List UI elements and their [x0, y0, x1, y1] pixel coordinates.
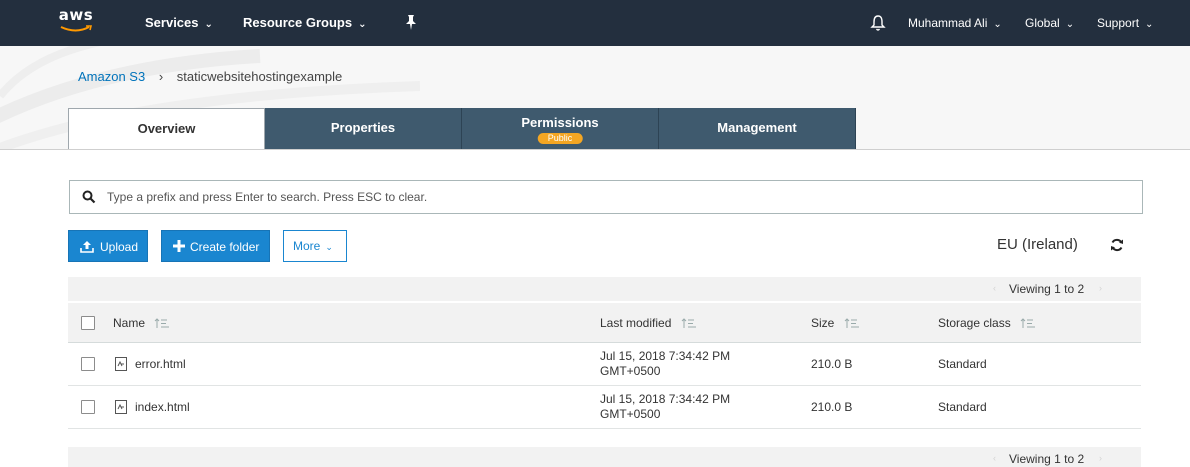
chevron-down-icon: ⌄: [1065, 19, 1075, 30]
search-input[interactable]: [107, 188, 1107, 206]
search-box[interactable]: [69, 180, 1143, 214]
chevron-down-icon: ⌄: [358, 19, 367, 30]
plus-icon: [173, 240, 185, 252]
services-label: Services: [145, 15, 199, 30]
viewing-count: Viewing 1 to 2: [1009, 282, 1085, 296]
last-modified-date: Jul 15, 2018 7:34:42 PM: [600, 349, 731, 363]
prev-page-icon[interactable]: ‹: [993, 283, 996, 293]
breadcrumb-separator: ›: [158, 69, 164, 84]
region-menu[interactable]: Global ⌄: [1025, 0, 1074, 46]
sort-icon: [681, 318, 696, 328]
column-size[interactable]: Size: [811, 316, 860, 330]
public-badge: Public: [537, 133, 583, 144]
storage-class-cell: Standard: [938, 357, 987, 371]
bell-icon[interactable]: [870, 14, 886, 32]
more-label: More: [293, 239, 321, 253]
column-size-label: Size: [811, 316, 835, 330]
aws-logo-text: aws: [58, 6, 94, 24]
tab-management[interactable]: Management: [659, 108, 856, 149]
support-label: Support: [1097, 16, 1140, 30]
sort-icon: [1020, 318, 1036, 328]
services-menu[interactable]: Services ⌄: [145, 0, 213, 46]
region-menu-label: Global: [1025, 16, 1060, 30]
row-checkbox[interactable]: [81, 400, 95, 414]
chevron-down-icon: ⌄: [1145, 19, 1154, 30]
last-modified-cell: Jul 15, 2018 7:34:42 PM GMT+0500: [600, 349, 730, 379]
sort-icon: [844, 318, 859, 328]
table-header: Name Last modified Size Storage class: [68, 303, 1141, 343]
column-last-modified[interactable]: Last modified: [600, 316, 697, 330]
user-menu[interactable]: Muhammad Ali ⌄: [908, 0, 1002, 46]
breadcrumb-root-link[interactable]: Amazon S3: [78, 69, 145, 84]
refresh-icon[interactable]: [1110, 238, 1124, 252]
user-label: Muhammad Ali: [908, 16, 988, 30]
support-menu[interactable]: Support ⌄: [1097, 0, 1153, 46]
chevron-down-icon: ⌄: [993, 19, 1002, 30]
create-folder-button[interactable]: Create folder: [161, 230, 270, 262]
prev-page-icon[interactable]: ‹: [993, 453, 996, 463]
breadcrumb: Amazon S3 › staticwebsitehostingexample: [78, 69, 342, 84]
last-modified-tz: GMT+0500: [600, 364, 661, 378]
pin-icon[interactable]: [403, 14, 419, 32]
resource-groups-label: Resource Groups: [243, 15, 353, 30]
page-header: Amazon S3 › staticwebsitehostingexample …: [0, 46, 1190, 150]
chevron-down-icon: ⌄: [204, 19, 213, 30]
chevron-down-icon: ⌄: [325, 242, 333, 252]
tab-bar: Overview Properties Permissions Public M…: [68, 108, 856, 149]
last-modified-cell: Jul 15, 2018 7:34:42 PM GMT+0500: [600, 392, 730, 422]
viewing-count: Viewing 1 to 2: [1009, 452, 1085, 466]
resource-groups-menu[interactable]: Resource Groups ⌄: [243, 0, 366, 46]
size-cell: 210.0 B: [811, 357, 853, 371]
select-all-checkbox[interactable]: [81, 316, 95, 330]
last-modified-tz: GMT+0500: [600, 407, 661, 421]
region-label: EU (Ireland): [997, 236, 1078, 253]
next-page-icon[interactable]: ›: [1099, 283, 1102, 293]
upload-icon: [80, 241, 94, 253]
sort-icon: [155, 318, 170, 328]
pagination-bar-top: ‹ Viewing 1 to 2 ›: [68, 277, 1141, 301]
next-page-icon[interactable]: ›: [1099, 453, 1102, 463]
create-folder-label: Create folder: [190, 240, 260, 254]
breadcrumb-bucket: staticwebsitehostingexample: [176, 69, 343, 84]
search-icon: [82, 190, 96, 204]
column-last-modified-label: Last modified: [600, 316, 672, 330]
aws-logo[interactable]: aws: [56, 8, 96, 38]
aws-smile-icon: [60, 25, 92, 32]
tab-properties[interactable]: Properties: [265, 108, 462, 149]
row-checkbox[interactable]: [81, 357, 95, 371]
column-storage-class-label: Storage class: [938, 316, 1011, 330]
tab-permissions[interactable]: Permissions Public: [462, 108, 659, 149]
pagination-bar-bottom: ‹ Viewing 1 to 2 ›: [68, 447, 1141, 467]
tab-permissions-label: Permissions: [521, 115, 599, 130]
table-row[interactable]: index.html Jul 15, 2018 7:34:42 PM GMT+0…: [68, 386, 1141, 429]
storage-class-cell: Standard: [938, 400, 987, 414]
table-row[interactable]: error.html Jul 15, 2018 7:34:42 PM GMT+0…: [68, 343, 1141, 386]
column-name-label: Name: [113, 316, 146, 330]
last-modified-date: Jul 15, 2018 7:34:42 PM: [600, 392, 731, 406]
file-icon: [115, 357, 127, 371]
column-name[interactable]: Name: [113, 316, 170, 330]
top-nav: aws Services ⌄ Resource Groups ⌄ Muhammad …: [0, 0, 1190, 46]
size-cell: 210.0 B: [811, 400, 853, 414]
more-button[interactable]: More ⌄: [283, 230, 347, 262]
upload-label: Upload: [100, 240, 139, 254]
upload-button[interactable]: Upload: [68, 230, 148, 262]
file-name-link[interactable]: error.html: [135, 357, 186, 371]
column-storage-class[interactable]: Storage class: [938, 316, 1036, 330]
tab-overview[interactable]: Overview: [68, 108, 265, 149]
file-name-link[interactable]: index.html: [135, 400, 190, 414]
file-icon: [115, 400, 127, 414]
